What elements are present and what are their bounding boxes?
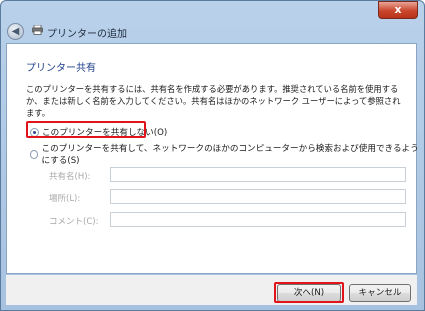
comment-field[interactable]	[110, 212, 406, 227]
back-arrow-icon: ◀	[11, 26, 20, 37]
location-label: 場所(L):	[49, 194, 81, 204]
option-share[interactable]: このプリンターを共有して、ネットワークのほかのコンピューターから検索および使用で…	[30, 142, 425, 166]
next-highlight-frame	[274, 282, 344, 303]
cancel-button[interactable]: キャンセル	[349, 284, 411, 302]
page-heading: プリンター共有	[26, 63, 96, 74]
comment-label: コメント(C):	[49, 217, 99, 227]
share-name-field[interactable]	[110, 167, 406, 182]
share-name-label: 共有名(H):	[49, 172, 91, 182]
radio-unselected-icon[interactable]	[30, 149, 39, 159]
printer-icon	[32, 25, 43, 35]
description-text: このプリンターを共有するには、共有名を作成する必要があります。推奨されている名前…	[26, 84, 401, 118]
option-share-label: このプリンターを共有して、ネットワークのほかのコンピューターから検索および使用で…	[41, 144, 419, 166]
back-button[interactable]: ◀	[7, 23, 24, 40]
highlight-frame	[26, 121, 146, 138]
window-title: プリンターの追加	[47, 29, 127, 40]
close-button[interactable]: x	[378, 1, 418, 19]
location-field[interactable]	[110, 189, 406, 204]
